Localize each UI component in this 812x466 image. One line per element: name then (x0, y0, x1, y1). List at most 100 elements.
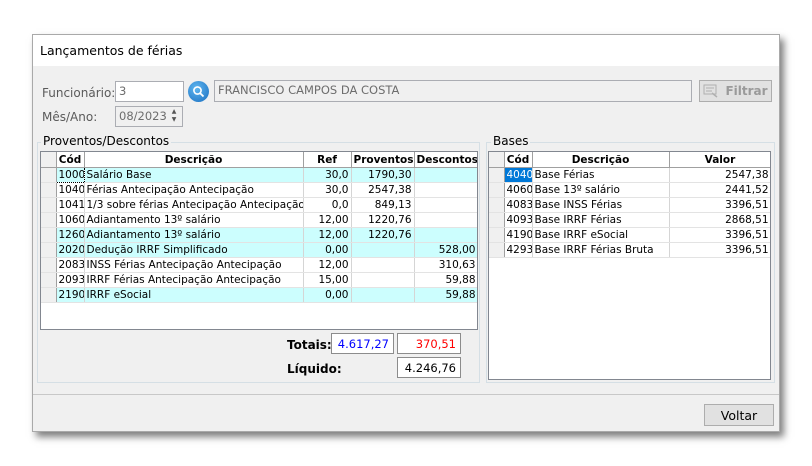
cell-cod[interactable]: 1060 (56, 212, 85, 228)
cell-cod[interactable]: 2190 (56, 287, 85, 303)
row-indicator[interactable] (489, 197, 505, 213)
cell-cod[interactable]: 2093 (56, 272, 85, 288)
cell-ref[interactable]: 30,0 (303, 182, 352, 198)
row-indicator[interactable] (41, 242, 57, 258)
cell-descricao[interactable]: Dedução IRRF Simplificado (84, 242, 304, 258)
cell-cod[interactable]: 1260 (56, 227, 85, 243)
row-indicator[interactable] (41, 182, 57, 198)
cell-descricao[interactable]: Adiantamento 13º salário (84, 227, 304, 243)
cell-cod[interactable]: 1000 (55, 167, 85, 183)
cell-cod[interactable]: 1040 (56, 182, 85, 198)
cell-descricao[interactable]: 1/3 sobre férias Antecipação Antecipação (84, 197, 304, 213)
cell-descricao[interactable]: Férias Antecipação Antecipação (84, 182, 304, 198)
cell-descricao[interactable]: IRRF Férias Antecipação Antecipação (84, 272, 304, 288)
cell-descricao[interactable]: IRRF eSocial (84, 287, 304, 303)
table-row[interactable]: 1000 Salário Base 30,0 1790,30 (41, 167, 477, 183)
cell-ref[interactable]: 12,00 (303, 212, 352, 228)
cell-ref[interactable]: 15,00 (303, 272, 352, 288)
cell-valor[interactable]: 3396,51 (669, 242, 770, 258)
cell-descontos[interactable] (414, 167, 477, 183)
table-row[interactable]: 2020 Dedução IRRF Simplificado 0,00 528,00 (41, 242, 477, 258)
cell-cod[interactable]: 4293 (504, 242, 533, 258)
cell-descricao[interactable]: Base IRRF Férias Bruta (532, 242, 670, 258)
column-header-cod[interactable]: Cód (504, 152, 533, 168)
column-header-cod[interactable]: Cód (56, 152, 85, 168)
row-indicator[interactable] (41, 272, 57, 288)
table-row[interactable]: 1041 1/3 sobre férias Antecipação Antecip… (41, 197, 477, 213)
table-row[interactable]: 4293 Base IRRF Férias Bruta 3396,51 (489, 242, 770, 258)
cell-descontos[interactable]: 59,88 (414, 287, 477, 303)
cell-proventos[interactable]: 1220,76 (351, 212, 415, 228)
cell-proventos[interactable]: 849,13 (351, 197, 415, 213)
cell-descricao[interactable]: Base Férias (532, 167, 670, 183)
mesano-spinner[interactable]: ▲ ▼ (168, 108, 180, 125)
voltar-button[interactable]: Voltar (704, 404, 774, 426)
spin-down-icon[interactable]: ▼ (168, 116, 180, 124)
column-header-ref[interactable]: Ref (303, 152, 352, 168)
proventos-grid[interactable]: Cód Descrição Ref Proventos Descontos 10… (40, 151, 478, 330)
cell-descontos[interactable] (414, 182, 477, 198)
table-row[interactable]: 1060 Adiantamento 13º salário 12,00 1220,76 (41, 212, 477, 228)
table-row[interactable]: 2083 INSS Férias Antecipação Antecipação 1… (41, 257, 477, 273)
cell-descricao[interactable]: Salário Base (84, 167, 304, 183)
row-indicator[interactable] (489, 167, 505, 183)
cell-cod[interactable]: 2020 (56, 242, 85, 258)
row-indicator[interactable] (489, 212, 505, 228)
column-header-descontos[interactable]: Descontos (414, 152, 477, 168)
cell-proventos[interactable] (351, 242, 415, 258)
row-indicator[interactable] (41, 167, 57, 183)
column-header-descricao[interactable]: Descrição (532, 152, 670, 168)
table-row[interactable]: 4083 Base INSS Férias 3396,51 (489, 197, 770, 213)
table-row[interactable]: 4190 Base IRRF eSocial 3396,51 (489, 227, 770, 243)
cell-descricao[interactable]: Base IRRF Férias (532, 212, 670, 228)
cell-cod[interactable]: 4083 (504, 197, 533, 213)
row-indicator[interactable] (41, 287, 57, 303)
cell-valor[interactable]: 2868,51 (669, 212, 770, 228)
cell-descontos[interactable] (414, 227, 477, 243)
table-row[interactable]: 2093 IRRF Férias Antecipação Antecipação 1… (41, 272, 477, 288)
cell-proventos[interactable] (351, 272, 415, 288)
row-indicator[interactable] (41, 212, 57, 228)
row-indicator[interactable] (489, 182, 505, 198)
search-button[interactable] (188, 81, 209, 102)
row-indicator[interactable] (41, 227, 57, 243)
row-indicator[interactable] (41, 257, 57, 273)
cell-ref[interactable]: 0,00 (303, 242, 352, 258)
cell-valor[interactable]: 2441,52 (669, 182, 770, 198)
cell-descontos[interactable]: 310,63 (414, 257, 477, 273)
table-row[interactable]: 1040 Férias Antecipação Antecipação 30,0 25… (41, 182, 477, 198)
cell-proventos[interactable] (351, 287, 415, 303)
bases-grid[interactable]: Cód Descrição Valor 4040 Base Férias 2547,… (488, 151, 771, 380)
column-header-valor[interactable]: Valor (669, 152, 770, 168)
table-row[interactable]: 4040 Base Férias 2547,38 (489, 167, 770, 183)
column-header-proventos[interactable]: Proventos (351, 152, 415, 168)
table-row[interactable]: 4060 Base 13º salário 2441,52 (489, 182, 770, 198)
cell-descontos[interactable] (414, 212, 477, 228)
cell-descontos[interactable] (414, 197, 477, 213)
table-row[interactable]: 1260 Adiantamento 13º salário 12,00 1220,76 (41, 227, 477, 243)
row-indicator[interactable] (41, 197, 57, 213)
cell-valor[interactable]: 3396,51 (669, 197, 770, 213)
cell-descricao[interactable]: Base IRRF eSocial (532, 227, 670, 243)
table-row[interactable]: 4093 Base IRRF Férias 2868,51 (489, 212, 770, 228)
cell-ref[interactable]: 12,00 (303, 227, 352, 243)
cell-ref[interactable]: 30,0 (303, 167, 352, 183)
cell-descricao[interactable]: Adiantamento 13º salário (84, 212, 304, 228)
cell-proventos[interactable] (351, 257, 415, 273)
filtrar-button[interactable]: Filtrar (699, 80, 772, 102)
cell-descricao[interactable]: INSS Férias Antecipação Antecipação (84, 257, 304, 273)
cell-proventos[interactable]: 2547,38 (351, 182, 415, 198)
cell-cod[interactable]: 4040 (504, 167, 533, 183)
cell-ref[interactable]: 0,00 (303, 287, 352, 303)
cell-cod[interactable]: 4060 (504, 182, 533, 198)
cell-cod[interactable]: 4093 (504, 212, 533, 228)
spin-up-icon[interactable]: ▲ (168, 108, 180, 116)
cell-proventos[interactable]: 1220,76 (351, 227, 415, 243)
column-header-descricao[interactable]: Descrição (84, 152, 304, 168)
cell-descricao[interactable]: Base INSS Férias (532, 197, 670, 213)
table-row[interactable]: 2190 IRRF eSocial 0,00 59,88 (41, 287, 477, 303)
cell-proventos[interactable]: 1790,30 (351, 167, 415, 183)
funcionario-code-input[interactable]: 3 (115, 81, 184, 102)
cell-cod[interactable]: 2083 (56, 257, 85, 273)
cell-ref[interactable]: 12,00 (303, 257, 352, 273)
